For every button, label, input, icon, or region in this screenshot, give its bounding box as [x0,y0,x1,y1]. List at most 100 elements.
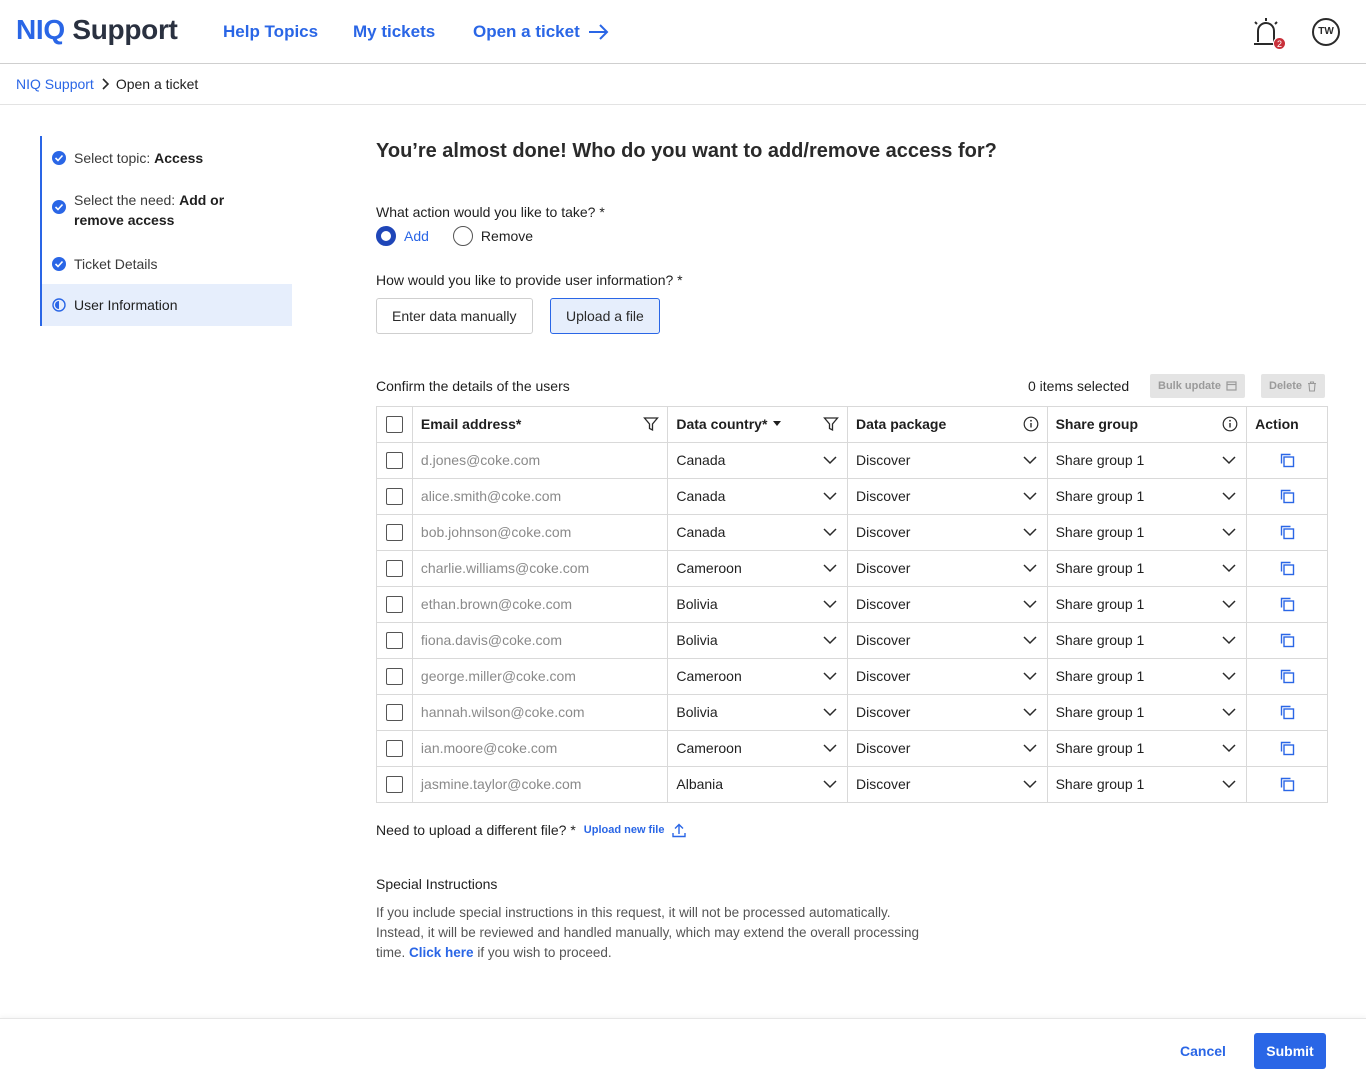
chevron-down-icon[interactable] [1222,491,1236,501]
chevron-down-icon[interactable] [1023,491,1037,501]
country-select[interactable]: Albania [668,767,848,802]
email-cell[interactable]: ethan.brown@coke.com [413,587,669,622]
enter-data-manually-button[interactable]: Enter data manually [376,298,533,334]
copy-icon[interactable] [1280,525,1295,540]
radio-remove[interactable]: Remove [452,226,533,246]
share-group-select[interactable]: Share group 1 [1048,731,1248,766]
email-cell[interactable]: bob.johnson@coke.com [413,515,669,550]
row-checkbox[interactable] [385,560,403,577]
country-select[interactable]: Bolivia [668,587,848,622]
row-checkbox[interactable] [385,776,403,793]
email-cell[interactable]: hannah.wilson@coke.com [413,695,669,730]
cancel-button[interactable]: Cancel [1180,1043,1226,1059]
bulk-update-button[interactable]: Bulk update [1150,374,1245,398]
email-cell[interactable]: d.jones@coke.com [413,443,669,478]
package-select[interactable]: Discover [848,551,1048,586]
brand-logo[interactable]: NIQ Support [16,14,178,46]
chevron-down-icon[interactable] [823,527,837,537]
chevron-down-icon[interactable] [1222,779,1236,789]
row-checkbox[interactable] [385,524,403,541]
chevron-down-icon[interactable] [1023,527,1037,537]
select-all-checkbox[interactable] [385,416,403,433]
info-icon[interactable] [1222,416,1238,432]
package-select[interactable]: Discover [848,443,1048,478]
copy-icon[interactable] [1280,777,1295,792]
step-user-information[interactable]: User Information [42,284,292,326]
chevron-down-icon[interactable] [1023,671,1037,681]
share-group-select[interactable]: Share group 1 [1048,695,1248,730]
email-cell[interactable]: fiona.davis@coke.com [413,623,669,658]
share-group-select[interactable]: Share group 1 [1048,443,1248,478]
chevron-down-icon[interactable] [823,779,837,789]
country-select[interactable]: Canada [668,515,848,550]
country-select[interactable]: Bolivia [668,623,848,658]
submit-button[interactable]: Submit [1254,1033,1326,1069]
chevron-down-icon[interactable] [1023,455,1037,465]
radio-remove-indicator[interactable] [452,226,473,246]
chevron-down-icon[interactable] [1222,455,1236,465]
sort-caret-icon[interactable] [773,420,782,426]
row-checkbox[interactable] [385,668,403,685]
info-icon[interactable] [1023,416,1039,432]
email-cell[interactable]: charlie.williams@coke.com [413,551,669,586]
share-group-select[interactable]: Share group 1 [1048,623,1248,658]
country-select[interactable]: Canada [668,479,848,514]
nav-open-ticket[interactable]: Open a ticket [473,22,610,42]
delete-button[interactable]: Delete [1261,374,1326,398]
share-group-select[interactable]: Share group 1 [1048,551,1248,586]
nav-my-tickets[interactable]: My tickets [353,22,435,42]
package-select[interactable]: Discover [848,695,1048,730]
upload-new-file-link[interactable]: Upload new file [584,824,665,836]
share-group-select[interactable]: Share group 1 [1048,515,1248,550]
copy-icon[interactable] [1280,741,1295,756]
chevron-down-icon[interactable] [1222,707,1236,717]
row-checkbox[interactable] [385,740,403,757]
chevron-down-icon[interactable] [823,455,837,465]
row-checkbox[interactable] [385,452,403,469]
chevron-down-icon[interactable] [823,635,837,645]
step-select-topic[interactable]: Select topic: Access [42,148,292,168]
chevron-down-icon[interactable] [823,671,837,681]
package-select[interactable]: Discover [848,587,1048,622]
nav-help-topics[interactable]: Help Topics [223,22,318,42]
step-select-need[interactable]: Select the need: Add or remove access [42,190,272,230]
chevron-down-icon[interactable] [1023,635,1037,645]
copy-icon[interactable] [1280,705,1295,720]
chevron-down-icon[interactable] [823,599,837,609]
package-select[interactable]: Discover [848,623,1048,658]
click-here-link[interactable]: Click here [409,945,474,960]
share-group-select[interactable]: Share group 1 [1048,587,1248,622]
filter-icon[interactable] [823,416,839,432]
radio-add[interactable]: Add [376,226,429,246]
package-select[interactable]: Discover [848,767,1048,802]
user-avatar[interactable]: TW [1312,18,1340,46]
copy-icon[interactable] [1280,453,1295,468]
copy-icon[interactable] [1280,489,1295,504]
chevron-down-icon[interactable] [1023,743,1037,753]
email-cell[interactable]: george.miller@coke.com [413,659,669,694]
chevron-down-icon[interactable] [1023,563,1037,573]
country-select[interactable]: Canada [668,443,848,478]
chevron-down-icon[interactable] [823,743,837,753]
chevron-down-icon[interactable] [823,707,837,717]
share-group-select[interactable]: Share group 1 [1048,659,1248,694]
chevron-down-icon[interactable] [1222,635,1236,645]
row-checkbox[interactable] [385,596,403,613]
chevron-down-icon[interactable] [1023,599,1037,609]
copy-icon[interactable] [1280,561,1295,576]
row-checkbox[interactable] [385,632,403,649]
chevron-down-icon[interactable] [1023,707,1037,717]
copy-icon[interactable] [1280,633,1295,648]
filter-icon[interactable] [643,416,660,432]
chevron-down-icon[interactable] [823,491,837,501]
country-select[interactable]: Cameroon [668,659,848,694]
package-select[interactable]: Discover [848,479,1048,514]
copy-icon[interactable] [1280,669,1295,684]
radio-add-indicator[interactable] [376,226,396,246]
chevron-down-icon[interactable] [823,563,837,573]
email-cell[interactable]: jasmine.taylor@coke.com [413,767,669,802]
row-checkbox[interactable] [385,488,403,505]
email-cell[interactable]: alice.smith@coke.com [413,479,669,514]
email-cell[interactable]: ian.moore@coke.com [413,731,669,766]
upload-icon[interactable] [672,823,687,838]
